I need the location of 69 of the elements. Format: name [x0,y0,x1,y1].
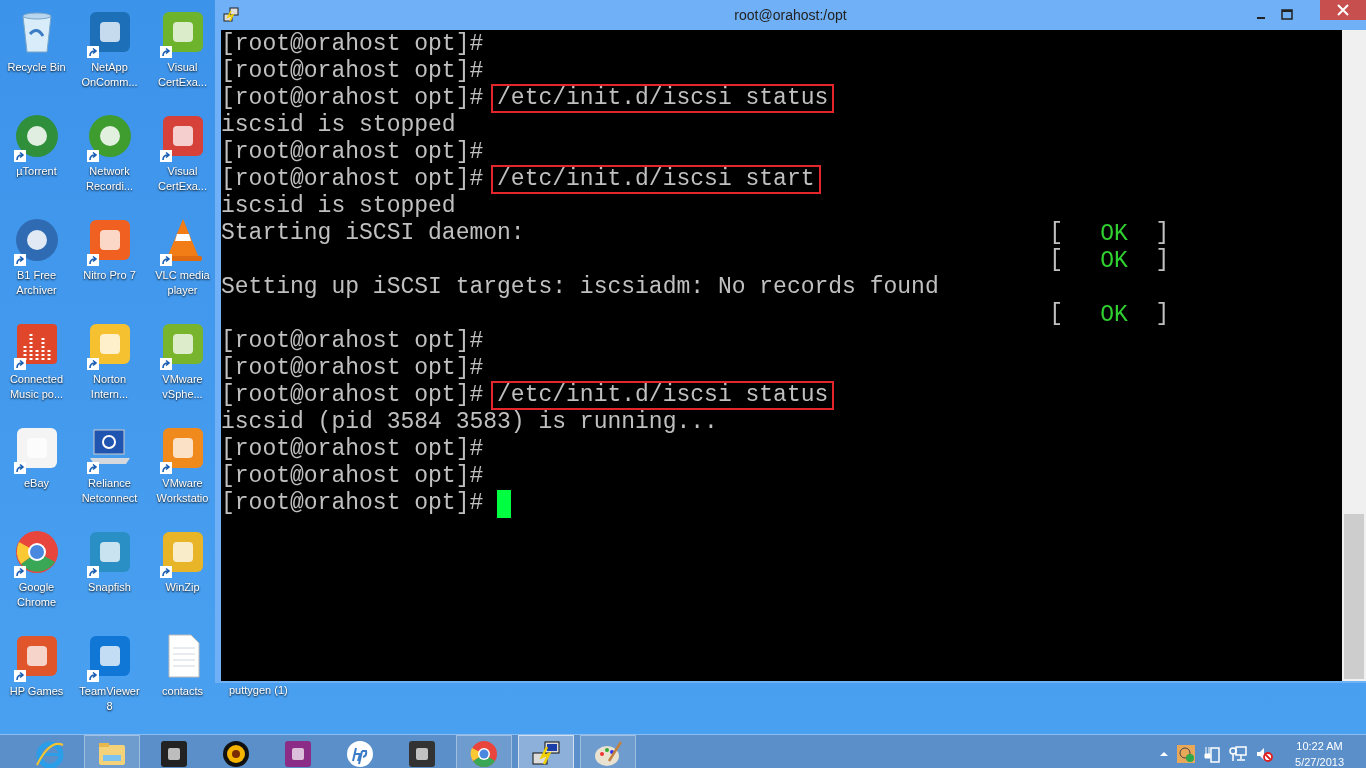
icon-label[interactable]: puttygen (1) [229,683,288,698]
terminal-console[interactable] [221,30,1342,681]
clock-time[interactable]: 10:22 AM [1296,738,1343,754]
close-icon[interactable] [1320,0,1366,20]
show-hidden-icons-icon[interactable] [1159,749,1170,759]
status-bracket: ] [1155,220,1170,247]
icon-label[interactable]: Visual CertExa... [151,164,214,194]
icon-label[interactable]: Visual CertExa... [151,60,214,90]
shell-prompt: [root@orahost opt]# [221,490,484,517]
browser-icon [35,739,65,768]
shell-prompt: [root@orahost opt]# [221,31,484,58]
status-bracket: ] [1155,247,1170,274]
taskbar-button[interactable] [518,735,574,768]
status-ok: OK [1100,247,1128,274]
output-text: iscsid is stopped [221,193,456,220]
icon-label[interactable]: Connected Music po... [5,372,68,402]
icon-label[interactable]: Google Chrome [5,580,68,610]
icon-label[interactable]: eBay [23,476,50,491]
shell-prompt: [root@orahost opt]# [221,58,484,85]
command-text: /etc/init.d/iscsi status [491,84,835,113]
scrollbar[interactable] [1342,30,1366,681]
security-icon[interactable] [1177,745,1196,763]
window-title: root@orahost:/opt [733,7,848,23]
scroll-thumb[interactable] [1344,514,1364,679]
webcam-icon [221,739,251,768]
shell-prompt: [root@orahost opt]# [221,382,484,409]
putty-icon[interactable] [223,7,239,23]
icon-label[interactable]: Recycle Bin [7,60,66,75]
output-text: Setting up iSCSI targets: iscsiadm: No records found [221,274,939,301]
icon-label[interactable]: Snapfish [88,580,131,595]
shell-prompt: [root@orahost opt]# [221,166,484,193]
shell-prompt: [root@orahost opt]# [221,463,484,490]
output-text: iscsid (pid 3584 3583) is running... [221,409,718,436]
icon-label[interactable]: Network Recordi... [78,164,141,194]
icon-label[interactable]: Norton Intern... [78,372,141,402]
chrome-icon [469,739,499,768]
hp-icon [345,739,375,768]
status-bracket: [ [1049,301,1063,328]
shell-prompt: [root@orahost opt]# [221,328,484,355]
status-bracket: [ [1049,220,1063,247]
output-text: Starting iSCSI daemon: [221,220,525,246]
status-ok: OK [1100,301,1128,328]
palette-icon [593,739,623,768]
output-text: iscsid is stopped [221,112,456,139]
shell-prompt: [root@orahost opt]# [221,436,484,463]
icon-label[interactable]: VMware vSphe... [151,372,214,402]
icon-label[interactable]: WinZip [165,580,200,595]
command-text: /etc/init.d/iscsi status [491,381,835,410]
shell-prompt: [root@orahost opt]# [221,355,484,382]
icon-label[interactable]: Nitro Pro 7 [83,268,136,283]
icon-label[interactable]: contacts [162,684,203,699]
icon-label[interactable]: TeamViewer 8 [78,684,141,714]
status-ok: OK [1100,220,1128,247]
icon-label[interactable]: NetApp OnComm... [78,60,141,90]
icon-label[interactable]: B1 Free Archiver [5,268,68,298]
status-bracket: ] [1155,301,1170,328]
shell-prompt: [root@orahost opt]# [221,85,484,112]
status-bracket: [ [1049,247,1063,274]
shell-prompt: [root@orahost opt]# [221,139,484,166]
icon-label[interactable]: VMware Workstatio [151,476,214,506]
icon-label[interactable]: Reliance Netconnect [78,476,141,506]
icon-label[interactable]: HP Games [9,684,64,699]
command-text: /etc/init.d/iscsi start [491,165,821,194]
clock-date[interactable]: 5/27/2013 [1295,754,1344,768]
putty-icon [531,739,561,768]
network-icon[interactable] [1229,745,1248,763]
icon-label[interactable]: VLC media player [151,268,214,298]
battery-icon[interactable] [1203,745,1222,763]
icon-label[interactable]: µTorrent [16,164,57,179]
